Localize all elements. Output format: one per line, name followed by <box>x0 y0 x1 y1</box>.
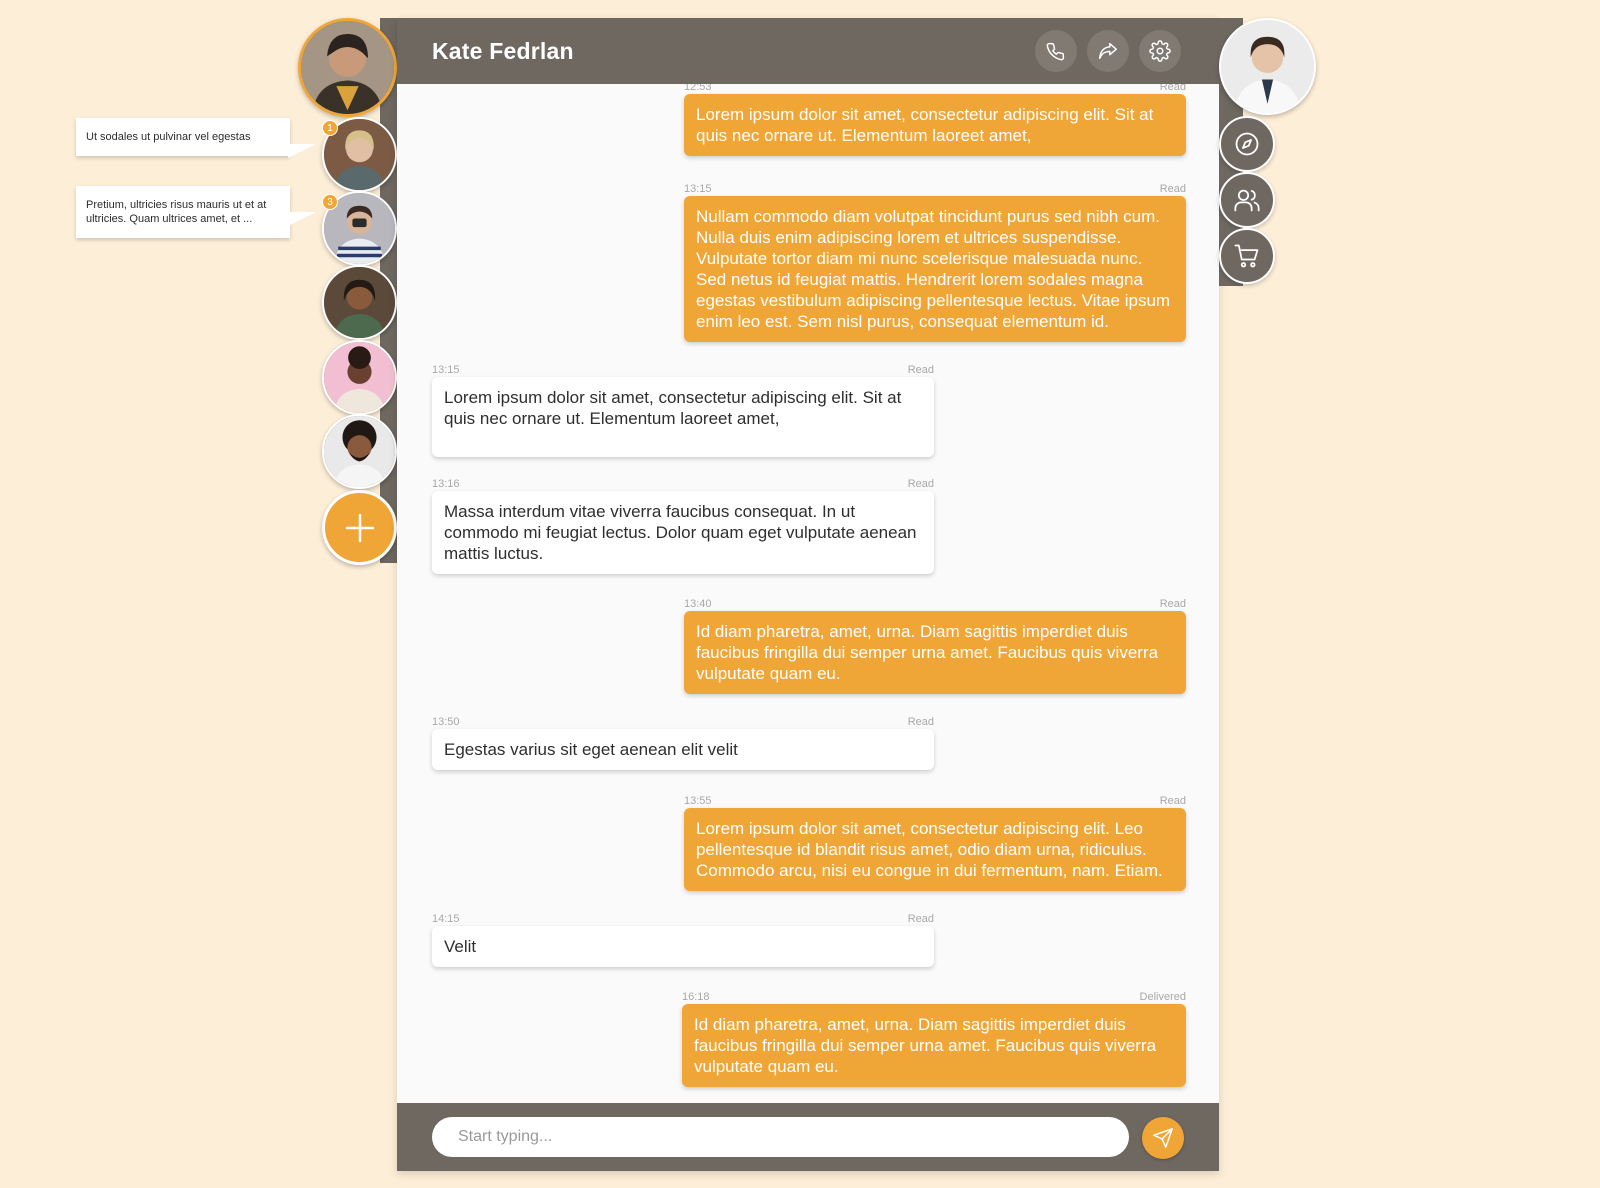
message-time: 12:53 <box>684 84 712 93</box>
message-preview-tooltip[interactable]: Ut sodales ut pulvinar vel egestas <box>76 118 316 158</box>
contacts-button[interactable] <box>1219 172 1275 228</box>
composer-bar <box>397 1103 1219 1171</box>
message-status: Read <box>907 913 934 925</box>
message-status: Read <box>1159 183 1186 195</box>
message-preview-text: Pretium, ultricies risus mauris ut et at… <box>86 199 267 225</box>
message-status: Read <box>1159 795 1186 807</box>
message-outgoing: 13:15 Read Nullam commodo diam volutpat t… <box>684 182 1186 342</box>
message-time: 13:40 <box>684 598 712 610</box>
message-outgoing: 12:53 Read Lorem ipsum dolor sit amet, co… <box>684 84 1186 156</box>
gear-icon <box>1149 40 1171 62</box>
message-input[interactable] <box>432 1117 1129 1157</box>
message-time: 13:50 <box>432 716 460 728</box>
message-bubble: Nullam commodo diam volutpat tincidunt p… <box>684 196 1186 342</box>
send-icon <box>1153 1128 1173 1148</box>
chat-window: Kate Fedrlan 12:53 Read Lorem ipsum dolor… <box>397 18 1219 1171</box>
message-bubble: Lorem ipsum dolor sit amet, consectetur … <box>432 377 934 457</box>
active-contact-avatar[interactable] <box>298 18 397 117</box>
plus-icon <box>345 513 374 542</box>
explore-button[interactable] <box>1219 116 1275 172</box>
message-outgoing: 13:55 Read Lorem ipsum dolor sit amet, co… <box>684 794 1186 891</box>
message-outgoing: 16:18 Delivered Id diam pharetra, amet, u… <box>682 990 1186 1087</box>
message-outgoing: 13:40 Read Id diam pharetra, amet, urna. … <box>684 597 1186 694</box>
message-status: Read <box>907 716 934 728</box>
message-status: Read <box>1159 598 1186 610</box>
settings-button[interactable] <box>1139 30 1181 72</box>
phone-icon <box>1046 42 1065 61</box>
chat-header: Kate Fedrlan <box>397 18 1219 84</box>
add-contact-button[interactable] <box>322 490 397 565</box>
cart-icon <box>1234 244 1259 268</box>
message-time: 13:16 <box>432 478 460 490</box>
unread-count-badge: 3 <box>322 194 338 210</box>
message-time: 16:18 <box>682 991 710 1003</box>
message-bubble: Lorem ipsum dolor sit amet, consectetur … <box>684 94 1186 156</box>
message-bubble: Massa interdum vitae viverra faucibus co… <box>432 491 934 574</box>
message-incoming: 13:16 Read Massa interdum vitae viverra f… <box>432 477 934 574</box>
unread-count-badge: 1 <box>322 120 338 136</box>
message-bubble: Id diam pharetra, amet, urna. Diam sagit… <box>682 1004 1186 1087</box>
message-time: 14:15 <box>432 913 460 925</box>
cart-button[interactable] <box>1219 228 1275 284</box>
message-bubble: Egestas varius sit eget aenean elit veli… <box>432 729 934 770</box>
message-incoming: 13:50 Read Egestas varius sit eget aenean… <box>432 715 934 770</box>
send-button[interactable] <box>1142 1117 1184 1159</box>
contact-avatar[interactable] <box>322 265 397 340</box>
contact-avatar[interactable] <box>322 340 397 415</box>
message-bubble: Lorem ipsum dolor sit amet, consectetur … <box>684 808 1186 891</box>
share-button[interactable] <box>1087 30 1129 72</box>
message-preview-text: Ut sodales ut pulvinar vel egestas <box>86 131 251 143</box>
message-bubble: Velit <box>432 926 934 967</box>
contact-avatar[interactable] <box>322 414 397 489</box>
message-status: Read <box>907 478 934 490</box>
message-list[interactable]: 12:53 Read Lorem ipsum dolor sit amet, co… <box>397 84 1219 1120</box>
message-time: 13:55 <box>684 795 712 807</box>
message-time: 13:15 <box>684 183 712 195</box>
message-time: 13:15 <box>432 364 460 376</box>
compass-icon <box>1235 132 1259 156</box>
message-preview-tooltip[interactable]: Pretium, ultricies risus mauris ut et at… <box>76 186 316 238</box>
users-icon <box>1234 189 1260 212</box>
message-bubble: Id diam pharetra, amet, urna. Diam sagit… <box>684 611 1186 694</box>
message-incoming: 13:15 Read Lorem ipsum dolor sit amet, co… <box>432 363 934 457</box>
message-status: Read <box>1159 84 1186 93</box>
share-icon <box>1099 42 1117 60</box>
contact-name: Kate Fedrlan <box>432 38 574 64</box>
user-avatar[interactable] <box>1219 18 1316 115</box>
message-status: Delivered <box>1139 991 1186 1003</box>
message-status: Read <box>907 364 934 376</box>
message-incoming: 14:15 Read Velit <box>432 912 934 967</box>
call-button[interactable] <box>1035 30 1077 72</box>
